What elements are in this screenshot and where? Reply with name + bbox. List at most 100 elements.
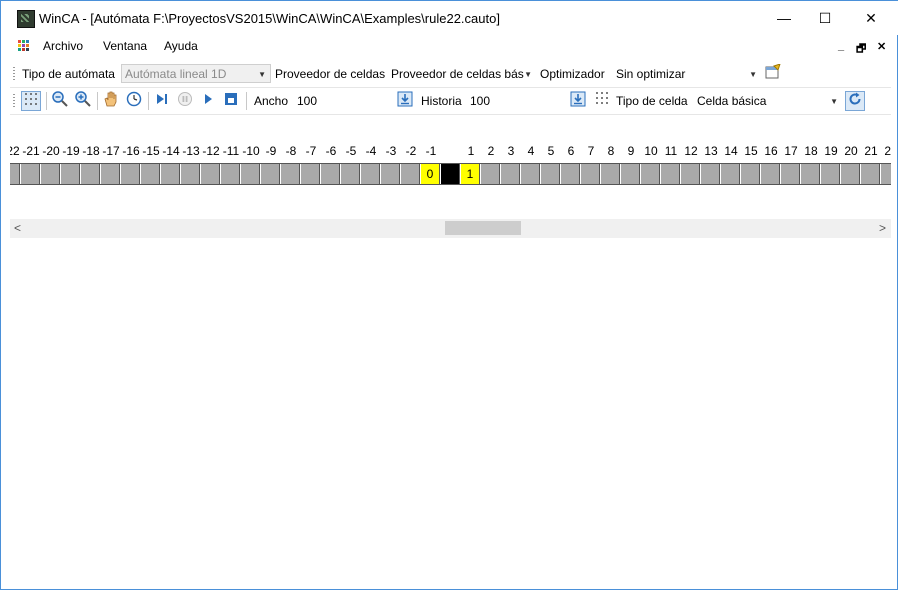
cell[interactable]: 0 bbox=[421, 164, 440, 184]
automaton-toolbar: Tipo de autómata Autómata lineal 1D ▼ Pr… bbox=[10, 61, 891, 88]
width-input[interactable]: 100 bbox=[293, 91, 393, 110]
cell[interactable] bbox=[481, 164, 500, 184]
cell[interactable] bbox=[501, 164, 520, 184]
grid-button[interactable] bbox=[21, 91, 41, 111]
cell[interactable] bbox=[781, 164, 800, 184]
chevron-down-icon: ▼ bbox=[830, 97, 838, 106]
menu-ayuda[interactable]: Ayuda bbox=[164, 39, 198, 53]
width-value: 100 bbox=[297, 94, 318, 108]
app-icon bbox=[17, 10, 35, 28]
cell[interactable] bbox=[701, 164, 720, 184]
cell[interactable] bbox=[381, 164, 400, 184]
toolbar-grip[interactable] bbox=[13, 94, 15, 108]
mdi-close-button[interactable]: ✕ bbox=[877, 40, 886, 53]
play-icon bbox=[205, 94, 212, 104]
cell-type-select[interactable]: Celda básica ▼ bbox=[693, 91, 843, 110]
ruler-label: -16 bbox=[122, 144, 140, 158]
menu-ventana[interactable]: Ventana bbox=[103, 39, 147, 53]
cell[interactable] bbox=[881, 164, 891, 184]
cell[interactable] bbox=[861, 164, 880, 184]
cell[interactable] bbox=[301, 164, 320, 184]
cell[interactable] bbox=[801, 164, 820, 184]
refresh-button[interactable] bbox=[845, 91, 865, 111]
cell[interactable] bbox=[641, 164, 660, 184]
cell[interactable] bbox=[10, 164, 20, 184]
cell[interactable] bbox=[681, 164, 700, 184]
toolbar-grip[interactable] bbox=[13, 67, 15, 81]
cell[interactable] bbox=[521, 164, 540, 184]
cell[interactable] bbox=[41, 164, 60, 184]
cell-type-button[interactable] bbox=[593, 91, 611, 109]
automaton-type-label: Tipo de autómata bbox=[22, 67, 115, 81]
pause-button[interactable] bbox=[176, 91, 194, 109]
play-button[interactable] bbox=[199, 91, 217, 109]
cell-provider-select[interactable]: Proveedor de celdas bás ▼ bbox=[387, 64, 537, 83]
chevron-down-icon: ▼ bbox=[524, 70, 532, 79]
cell[interactable] bbox=[161, 164, 180, 184]
apply-history-button[interactable] bbox=[569, 91, 587, 109]
scroll-thumb[interactable] bbox=[445, 221, 521, 235]
apply-width-button[interactable] bbox=[396, 91, 414, 109]
cell[interactable] bbox=[221, 164, 240, 184]
cell[interactable] bbox=[441, 164, 460, 184]
cell[interactable]: 1 bbox=[461, 164, 480, 184]
cell-provider-value: Proveedor de celdas bás bbox=[391, 67, 524, 81]
maximize-button[interactable]: ☐ bbox=[802, 1, 848, 35]
ruler-label: 1 bbox=[467, 144, 475, 158]
cell[interactable] bbox=[601, 164, 620, 184]
minimize-button[interactable]: — bbox=[761, 1, 807, 35]
save-state-button[interactable] bbox=[222, 91, 240, 109]
mdi-restore-button[interactable]: 🗗 bbox=[856, 40, 866, 59]
zoom-out-button[interactable] bbox=[51, 91, 69, 109]
ruler-label: 15 bbox=[744, 144, 758, 158]
close-button[interactable]: ✕ bbox=[848, 1, 894, 35]
cell[interactable] bbox=[761, 164, 780, 184]
automaton-type-select[interactable]: Autómata lineal 1D ▼ bbox=[121, 64, 271, 83]
ruler-label: 5 bbox=[547, 144, 555, 158]
optimizer-select[interactable]: Sin optimizar ▼ bbox=[612, 64, 762, 83]
cell[interactable] bbox=[21, 164, 40, 184]
cell[interactable] bbox=[81, 164, 100, 184]
save-icon bbox=[225, 93, 237, 105]
cell[interactable] bbox=[241, 164, 260, 184]
cell[interactable] bbox=[181, 164, 200, 184]
cell[interactable] bbox=[361, 164, 380, 184]
cell[interactable] bbox=[541, 164, 560, 184]
cell[interactable] bbox=[661, 164, 680, 184]
cell-row[interactable]: 01 bbox=[10, 163, 891, 185]
cell[interactable] bbox=[821, 164, 840, 184]
cell[interactable] bbox=[581, 164, 600, 184]
cell[interactable] bbox=[721, 164, 740, 184]
properties-button[interactable] bbox=[764, 63, 782, 82]
cell[interactable] bbox=[341, 164, 360, 184]
cell[interactable] bbox=[121, 164, 140, 184]
cell[interactable] bbox=[141, 164, 160, 184]
cell[interactable] bbox=[621, 164, 640, 184]
ruler-label: 9 bbox=[627, 144, 635, 158]
scroll-left-arrow-icon[interactable]: < bbox=[14, 221, 21, 235]
cell[interactable] bbox=[61, 164, 80, 184]
cell[interactable] bbox=[741, 164, 760, 184]
pan-button[interactable] bbox=[102, 91, 120, 109]
mdi-minimize-button[interactable]: _ bbox=[838, 40, 844, 52]
horizontal-scrollbar[interactable]: < > bbox=[10, 219, 891, 238]
ruler-label: 18 bbox=[804, 144, 818, 158]
cell[interactable] bbox=[841, 164, 860, 184]
step-forward-button[interactable] bbox=[153, 91, 171, 109]
clock-button[interactable] bbox=[125, 91, 143, 109]
zoom-in-button[interactable] bbox=[74, 91, 92, 109]
cell[interactable] bbox=[561, 164, 580, 184]
toolbar-separator bbox=[97, 92, 98, 110]
download-arrow-icon bbox=[570, 91, 586, 107]
menu-archivo[interactable]: Archivo bbox=[43, 39, 83, 53]
cell[interactable] bbox=[281, 164, 300, 184]
cell[interactable] bbox=[321, 164, 340, 184]
history-input[interactable]: 100 bbox=[466, 91, 566, 110]
cell[interactable] bbox=[401, 164, 420, 184]
cell[interactable] bbox=[101, 164, 120, 184]
cell[interactable] bbox=[201, 164, 220, 184]
cell[interactable] bbox=[261, 164, 280, 184]
width-label: Ancho bbox=[254, 94, 289, 108]
automaton-type-value: Autómata lineal 1D bbox=[125, 67, 227, 81]
scroll-right-arrow-icon[interactable]: > bbox=[879, 221, 886, 235]
